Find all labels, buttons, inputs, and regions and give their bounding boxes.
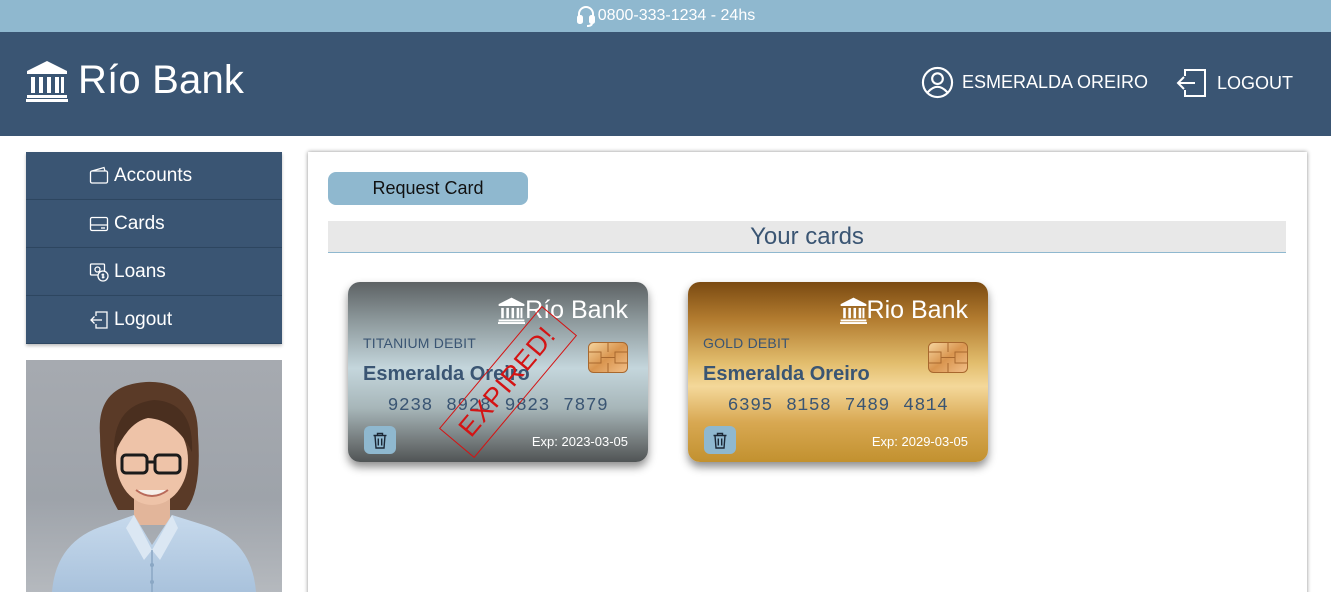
user-circle-icon: [921, 66, 954, 99]
sidebar-item-label: Loans: [114, 260, 166, 282]
brand-logo[interactable]: Río Bank: [26, 58, 244, 103]
card-brand: Rio Bank: [839, 296, 968, 325]
trash-icon: [373, 432, 387, 449]
user-profile[interactable]: ESMERALDA OREIRO: [921, 66, 1148, 99]
sidebar-item-label: Logout: [114, 308, 173, 330]
phone-text: 0800-333-1234 - 24hs: [597, 7, 756, 24]
delete-card-button[interactable]: [704, 426, 736, 454]
trash-icon: [713, 432, 727, 449]
card-brand: Río Bank: [498, 296, 628, 325]
card-gold-debit[interactable]: Rio Bank GOLD DEBIT Esmeralda Oreiro 639…: [688, 282, 988, 462]
main-panel: Request Card Your cards Río Bank TITANIU…: [308, 152, 1307, 592]
sidebar-item-cards[interactable]: Cards: [26, 200, 282, 248]
logout-button[interactable]: LOGOUT: [1175, 68, 1293, 98]
card-holder: Esmeralda Oreiro: [703, 363, 870, 385]
user-photo: [26, 360, 282, 592]
card-titanium-debit[interactable]: Río Bank TITANIUM DEBIT Esmeralda Oreiro…: [348, 282, 648, 462]
sidebar-nav: Accounts Cards Loans Logout: [26, 152, 282, 344]
card-type: GOLD DEBIT: [703, 335, 790, 351]
contact-bar: 0800-333-1234 - 24hs: [0, 0, 1331, 32]
user-name: ESMERALDA OREIRO: [962, 72, 1149, 92]
logout-label: LOGOUT: [1217, 72, 1294, 93]
bank-icon: [498, 297, 526, 324]
bank-icon: [839, 297, 867, 324]
bank-icon: [26, 60, 68, 102]
cash-icon: [89, 262, 109, 282]
card-expiry: Exp: 2023-03-05: [531, 434, 628, 449]
sidebar-item-label: Accounts: [114, 164, 193, 186]
credit-card-icon: [89, 216, 109, 231]
sidebar-item-logout[interactable]: Logout: [26, 296, 282, 344]
sidebar-item-accounts[interactable]: Accounts: [26, 152, 282, 200]
card-expiry: Exp: 2029-03-05: [871, 434, 968, 449]
section-title: Your cards: [328, 221, 1286, 253]
brand-name: Río Bank: [78, 58, 245, 102]
chip-icon: [588, 342, 628, 373]
sidebar-item-label: Cards: [114, 212, 165, 234]
headset-icon: [576, 6, 595, 27]
chip-icon: [928, 342, 968, 373]
sidebar-item-loans[interactable]: Loans: [26, 248, 282, 296]
card-number: 6395 8158 7489 4814: [727, 396, 949, 416]
card-type: TITANIUM DEBIT: [363, 335, 476, 351]
header: Río Bank ESMERALDA OREIRO LOGOUT: [0, 32, 1331, 136]
wallet-icon: [89, 166, 109, 184]
logout-icon: [1176, 69, 1206, 97]
request-card-button[interactable]: Request Card: [328, 172, 528, 205]
card-brand-name: Rio Bank: [866, 296, 968, 324]
logout-icon: [90, 310, 108, 329]
delete-card-button[interactable]: [364, 426, 396, 454]
